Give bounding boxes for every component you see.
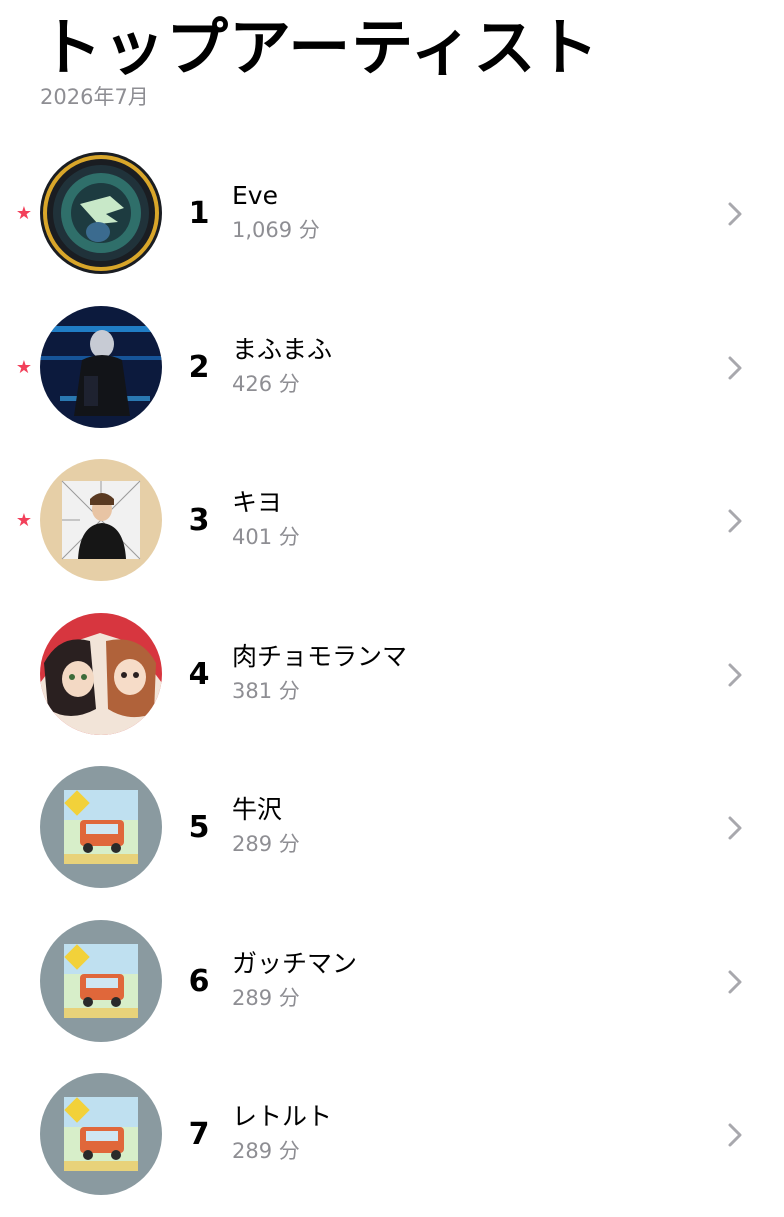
artist-avatar: [40, 305, 162, 428]
artist-row[interactable]: ★ 3 キヨ 401 分: [0, 449, 784, 603]
artist-row[interactable]: ★ 1 Eve 1,069 分: [0, 142, 784, 296]
play-minutes: 381 分: [232, 678, 300, 703]
rank-number: 2: [188, 349, 210, 385]
chevron-right-icon: [728, 970, 742, 993]
star-icon: ★: [15, 356, 33, 378]
rank-number: 4: [188, 656, 210, 692]
artist-avatar: [40, 612, 162, 735]
play-minutes: 289 分: [232, 1139, 300, 1163]
artist-name: レトルト: [232, 1102, 333, 1131]
chevron-right-icon: [728, 202, 742, 226]
artist-list: ★ 1 Eve 1,069 分 ★ 2 まふまふ 426 分 ★ 3 キヨ 40…: [0, 142, 784, 1217]
star-icon: ★: [15, 203, 33, 224]
artist-avatar: [40, 1073, 162, 1195]
artist-avatar: [40, 459, 162, 581]
chevron-right-icon: [728, 1123, 742, 1147]
artist-row[interactable]: 4 肉チョモランマ 381 分: [0, 603, 784, 757]
artist-name: キヨ: [232, 488, 283, 517]
rank-number: 7: [188, 1117, 210, 1152]
artist-row[interactable]: 5 牛沢 289 分: [0, 756, 784, 910]
artist-name: 牛沢: [232, 795, 283, 824]
artist-row[interactable]: ★ 2 まふまふ 426 分: [0, 296, 784, 450]
chevron-right-icon: [728, 356, 742, 379]
rank-number: 1: [188, 196, 210, 231]
rank-number: 6: [188, 963, 210, 999]
artist-row[interactable]: 6 ガッチマン 289 分: [0, 910, 784, 1064]
chevron-right-icon: [728, 816, 742, 840]
artist-name: ガッチマン: [232, 948, 358, 978]
rank-number: 3: [188, 503, 210, 538]
page-subtitle: 2026年7月: [40, 85, 149, 109]
artist-row[interactable]: 7 レトルト 289 分: [0, 1063, 784, 1217]
artist-avatar: [40, 919, 162, 1042]
artist-name: Eve: [232, 181, 278, 210]
artist-name: まふまふ: [232, 334, 333, 364]
artist-avatar: [40, 766, 162, 888]
play-minutes: 426 分: [232, 371, 300, 396]
artist-name: 肉チョモランマ: [232, 641, 408, 671]
chevron-right-icon: [728, 509, 742, 533]
play-minutes: 1,069 分: [232, 218, 320, 242]
play-minutes: 289 分: [232, 985, 300, 1010]
rank-number: 5: [188, 810, 210, 845]
star-icon: ★: [15, 510, 33, 531]
play-minutes: 401 分: [232, 525, 300, 549]
page-title: トップアーティスト: [40, 11, 600, 84]
chevron-right-icon: [728, 663, 742, 686]
artist-avatar: [40, 152, 162, 274]
play-minutes: 289 分: [232, 832, 300, 856]
